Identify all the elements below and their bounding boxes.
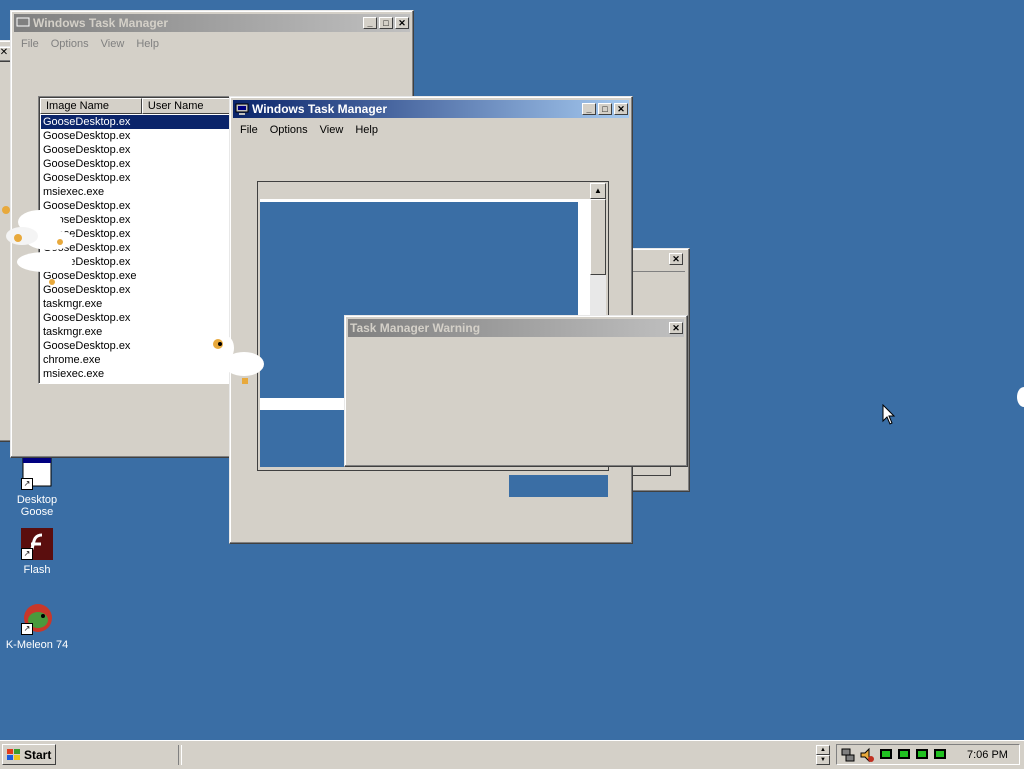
- scroll-up-button[interactable]: ▲: [590, 183, 606, 199]
- mouse-cursor-icon: [882, 404, 896, 425]
- front-list-right-white: [578, 199, 590, 319]
- menu-help[interactable]: Help: [349, 124, 384, 136]
- menu-file[interactable]: File: [15, 38, 45, 50]
- vertical-scrollbar[interactable]: ▲: [590, 183, 606, 315]
- monitor-indicator-icon[interactable]: [915, 748, 929, 762]
- close-button[interactable]: ✕: [614, 103, 628, 115]
- front-list-white-strip: [260, 199, 578, 202]
- menu-file[interactable]: File: [234, 124, 264, 136]
- volume-icon[interactable]: [859, 747, 875, 763]
- hidden-dialog-close-button[interactable]: ✕: [669, 253, 683, 265]
- process-row[interactable]: GooseDesktop.ex: [41, 311, 239, 325]
- menu-options[interactable]: Options: [45, 38, 95, 50]
- desktop-icon-k-meleon[interactable]: ↗ K-Meleon 74: [2, 603, 72, 651]
- shortcut-arrow-icon: ↗: [21, 548, 33, 560]
- process-row[interactable]: GooseDesktop.ex: [41, 157, 239, 171]
- process-row[interactable]: GooseDesktop.ex: [41, 171, 239, 185]
- menu-options[interactable]: Options: [264, 124, 314, 136]
- taskbar: Start ▲ ▼ 7:06 PM: [0, 740, 1024, 769]
- monitor-indicator-icon[interactable]: [879, 748, 893, 762]
- clock[interactable]: 7:06 PM: [967, 748, 1008, 762]
- warning-title: Task Manager Warning: [350, 321, 481, 335]
- background-window-titlebar[interactable]: Windows Task Manager _ □ ✕: [14, 14, 410, 32]
- maximize-button[interactable]: □: [598, 103, 612, 115]
- start-label: Start: [24, 747, 52, 762]
- menu-view[interactable]: View: [314, 124, 350, 136]
- quick-launch-separator: [178, 745, 182, 765]
- network-icon[interactable]: [840, 747, 856, 763]
- goose-sprite-edge: [1017, 387, 1024, 407]
- goose-sprite: [2, 206, 74, 285]
- minimize-button[interactable]: _: [363, 17, 377, 29]
- taskbar-scroll-down-button[interactable]: ▼: [816, 755, 830, 765]
- minimize-button[interactable]: _: [582, 103, 596, 115]
- taskbar-scroll-up-button[interactable]: ▲: [816, 745, 830, 755]
- background-menubar: File Options View Help: [15, 35, 165, 53]
- process-row[interactable]: taskmgr.exe: [41, 297, 239, 311]
- front-menubar: File Options View Help: [234, 121, 384, 139]
- process-row[interactable]: GooseDesktop.ex: [41, 129, 239, 143]
- maximize-button[interactable]: □: [379, 17, 393, 29]
- computer-icon: [235, 102, 249, 116]
- column-user-name[interactable]: User Name: [141, 98, 238, 114]
- system-tray: 7:06 PM: [836, 744, 1020, 765]
- front-window-titlebar[interactable]: Windows Task Manager _ □ ✕: [233, 100, 629, 118]
- scroll-thumb[interactable]: [590, 199, 606, 275]
- warning-titlebar[interactable]: Task Manager Warning ✕: [348, 319, 684, 337]
- menu-help[interactable]: Help: [130, 38, 165, 50]
- flash-icon: ↗: [21, 528, 53, 560]
- close-button[interactable]: ✕: [395, 17, 409, 29]
- background-window-title: Windows Task Manager: [33, 16, 169, 30]
- start-button[interactable]: Start: [2, 744, 56, 765]
- process-row[interactable]: GooseDesktop.ex: [41, 143, 239, 157]
- monitor-indicator-icon[interactable]: [897, 748, 911, 762]
- menu-view[interactable]: View: [95, 38, 131, 50]
- desktop-icon-label: Flash: [23, 564, 51, 576]
- desktop-icon-label-line1: Desktop: [16, 494, 58, 506]
- goose-app-icon: ↗: [21, 457, 53, 490]
- goose-sprite: [213, 336, 264, 384]
- desktop-icon-label-line2: Goose: [20, 506, 54, 518]
- taskbar-scroll-arrows[interactable]: ▲ ▼: [816, 745, 830, 765]
- monitor-indicator-icon[interactable]: [933, 748, 947, 762]
- front-blue-button-area[interactable]: [509, 475, 608, 497]
- warning-close-button[interactable]: ✕: [669, 322, 683, 334]
- shortcut-arrow-icon: ↗: [21, 623, 33, 635]
- process-row[interactable]: msiexec.exe: [41, 185, 239, 199]
- k-meleon-icon: ↗: [21, 603, 53, 635]
- desktop-icon-label: K-Meleon 74: [5, 639, 69, 651]
- windows-logo-icon: [7, 748, 20, 760]
- shortcut-arrow-icon: ↗: [21, 478, 33, 490]
- desktop-icon-desktop-goose[interactable]: ↗ Desktop Goose: [2, 457, 72, 518]
- column-image-name[interactable]: Image Name: [40, 98, 142, 114]
- desktop-icon-flash[interactable]: ↗ Flash: [2, 528, 72, 576]
- task-manager-warning-dialog: Task Manager Warning ✕: [344, 315, 688, 467]
- front-window-title: Windows Task Manager: [252, 102, 388, 116]
- process-row[interactable]: GooseDesktop.ex: [41, 115, 239, 129]
- computer-icon: [16, 16, 30, 30]
- process-list-header: Image Name User Name: [40, 98, 238, 114]
